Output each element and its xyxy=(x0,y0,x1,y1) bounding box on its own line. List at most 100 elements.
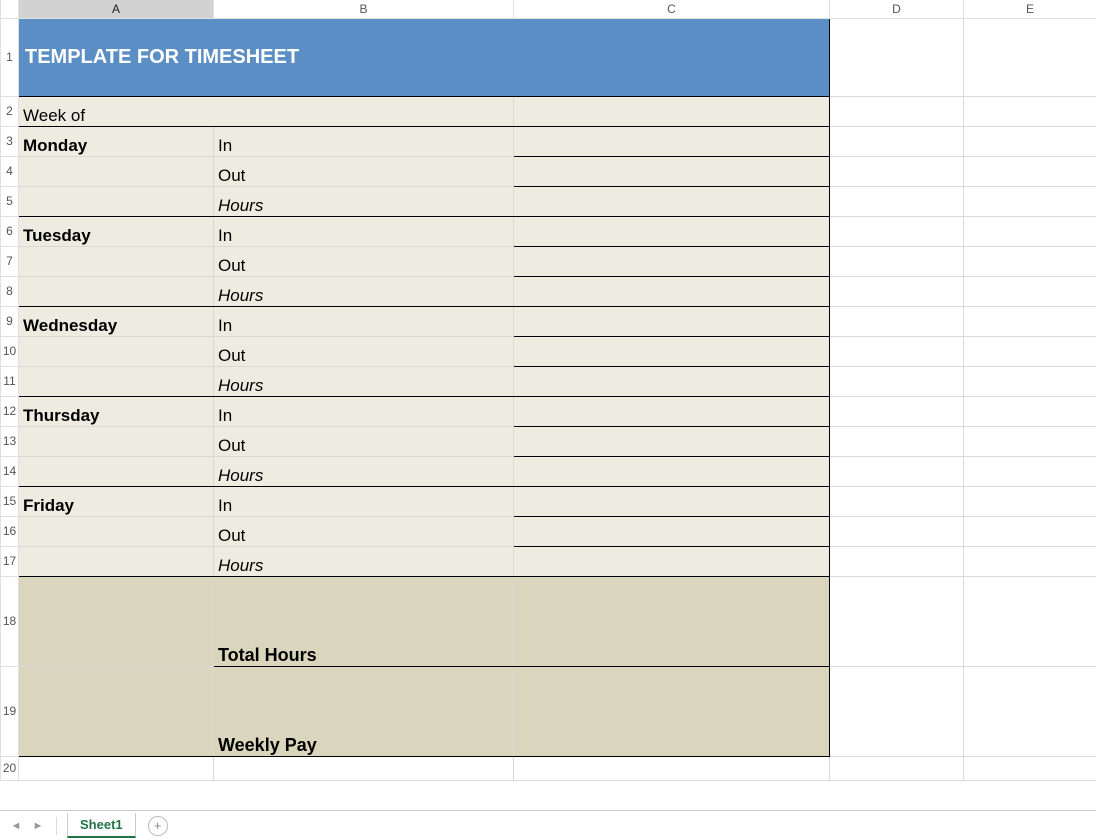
monday-hours-value[interactable] xyxy=(514,186,830,216)
total-hours-label[interactable]: Total Hours xyxy=(214,576,514,666)
thursday-hours-value[interactable] xyxy=(514,456,830,486)
cell[interactable] xyxy=(830,96,964,126)
row-header[interactable]: 18 xyxy=(1,576,19,666)
cell[interactable] xyxy=(830,336,964,366)
in-label[interactable]: In xyxy=(214,216,514,246)
cell[interactable] xyxy=(19,186,214,216)
col-header-A[interactable]: A xyxy=(19,0,214,18)
cell[interactable] xyxy=(964,366,1096,396)
cell[interactable] xyxy=(964,156,1096,186)
row-header[interactable]: 10 xyxy=(1,336,19,366)
cell[interactable] xyxy=(964,96,1096,126)
cell[interactable] xyxy=(214,756,514,780)
cell[interactable] xyxy=(19,246,214,276)
cell[interactable] xyxy=(964,576,1096,666)
friday-out-value[interactable] xyxy=(514,516,830,546)
day-label-tuesday[interactable]: Tuesday xyxy=(19,216,214,246)
cell[interactable] xyxy=(830,216,964,246)
tuesday-out-value[interactable] xyxy=(514,246,830,276)
cell[interactable] xyxy=(830,486,964,516)
wednesday-out-value[interactable] xyxy=(514,336,830,366)
cell[interactable] xyxy=(19,426,214,456)
cell[interactable] xyxy=(830,666,964,756)
out-label[interactable]: Out xyxy=(214,426,514,456)
monday-out-value[interactable] xyxy=(514,156,830,186)
col-header-B[interactable]: B xyxy=(214,0,514,18)
monday-in-value[interactable] xyxy=(514,126,830,156)
row-header[interactable]: 4 xyxy=(1,156,19,186)
cell[interactable] xyxy=(964,186,1096,216)
cell[interactable] xyxy=(964,516,1096,546)
tab-nav-prev[interactable]: ◄ xyxy=(8,818,24,834)
col-header-E[interactable]: E xyxy=(964,0,1096,18)
wednesday-hours-value[interactable] xyxy=(514,366,830,396)
cell[interactable] xyxy=(964,246,1096,276)
hours-label[interactable]: Hours xyxy=(214,276,514,306)
cell[interactable] xyxy=(964,486,1096,516)
timesheet-title[interactable]: TEMPLATE FOR TIMESHEET xyxy=(19,18,830,96)
cell[interactable] xyxy=(19,516,214,546)
day-label-friday[interactable]: Friday xyxy=(19,486,214,516)
cell[interactable] xyxy=(830,576,964,666)
cell[interactable] xyxy=(19,666,214,756)
thursday-out-value[interactable] xyxy=(514,426,830,456)
out-label[interactable]: Out xyxy=(214,246,514,276)
row-header[interactable]: 17 xyxy=(1,546,19,576)
week-of-label[interactable]: Week of xyxy=(19,96,514,126)
cell[interactable] xyxy=(964,396,1096,426)
cell[interactable] xyxy=(830,18,964,96)
row-header[interactable]: 3 xyxy=(1,126,19,156)
cell[interactable] xyxy=(830,126,964,156)
hours-label[interactable]: Hours xyxy=(214,366,514,396)
friday-hours-value[interactable] xyxy=(514,546,830,576)
cell[interactable] xyxy=(830,276,964,306)
weekly-pay-label[interactable]: Weekly Pay xyxy=(214,666,514,756)
select-all-corner[interactable] xyxy=(1,0,19,18)
cell[interactable] xyxy=(830,456,964,486)
cell[interactable] xyxy=(830,756,964,780)
out-label[interactable]: Out xyxy=(214,336,514,366)
cell[interactable] xyxy=(964,756,1096,780)
cell[interactable] xyxy=(964,216,1096,246)
cell[interactable] xyxy=(964,426,1096,456)
wednesday-in-value[interactable] xyxy=(514,306,830,336)
day-label-thursday[interactable]: Thursday xyxy=(19,396,214,426)
cell[interactable] xyxy=(964,546,1096,576)
week-of-value[interactable] xyxy=(514,96,830,126)
col-header-C[interactable]: C xyxy=(514,0,830,18)
tuesday-hours-value[interactable] xyxy=(514,276,830,306)
row-header[interactable]: 14 xyxy=(1,456,19,486)
cell[interactable] xyxy=(964,306,1096,336)
row-header[interactable]: 15 xyxy=(1,486,19,516)
row-header[interactable]: 19 xyxy=(1,666,19,756)
cell[interactable] xyxy=(830,396,964,426)
cell[interactable] xyxy=(830,156,964,186)
cell[interactable] xyxy=(964,456,1096,486)
day-label-monday[interactable]: Monday xyxy=(19,126,214,156)
cell[interactable] xyxy=(830,246,964,276)
cell[interactable] xyxy=(19,336,214,366)
spreadsheet-grid[interactable]: A B C D E 1 TEMPLATE FOR TIMESHEET 2 Wee… xyxy=(0,0,1096,781)
row-header[interactable]: 6 xyxy=(1,216,19,246)
cell[interactable] xyxy=(19,546,214,576)
row-header[interactable]: 7 xyxy=(1,246,19,276)
cell[interactable] xyxy=(964,336,1096,366)
column-header-row[interactable]: A B C D E xyxy=(1,0,1096,18)
cell[interactable] xyxy=(514,756,830,780)
in-label[interactable]: In xyxy=(214,306,514,336)
row-header[interactable]: 12 xyxy=(1,396,19,426)
cell[interactable] xyxy=(19,756,214,780)
cell[interactable] xyxy=(964,276,1096,306)
new-sheet-button[interactable]: + xyxy=(148,816,168,836)
out-label[interactable]: Out xyxy=(214,516,514,546)
tab-nav-next[interactable]: ► xyxy=(30,818,46,834)
weekly-pay-value[interactable] xyxy=(514,666,830,756)
thursday-in-value[interactable] xyxy=(514,396,830,426)
hours-label[interactable]: Hours xyxy=(214,456,514,486)
cell[interactable] xyxy=(830,186,964,216)
row-header[interactable]: 1 xyxy=(1,18,19,96)
row-header[interactable]: 8 xyxy=(1,276,19,306)
cell[interactable] xyxy=(19,576,214,666)
row-header[interactable]: 20 xyxy=(1,756,19,780)
hours-label[interactable]: Hours xyxy=(214,546,514,576)
